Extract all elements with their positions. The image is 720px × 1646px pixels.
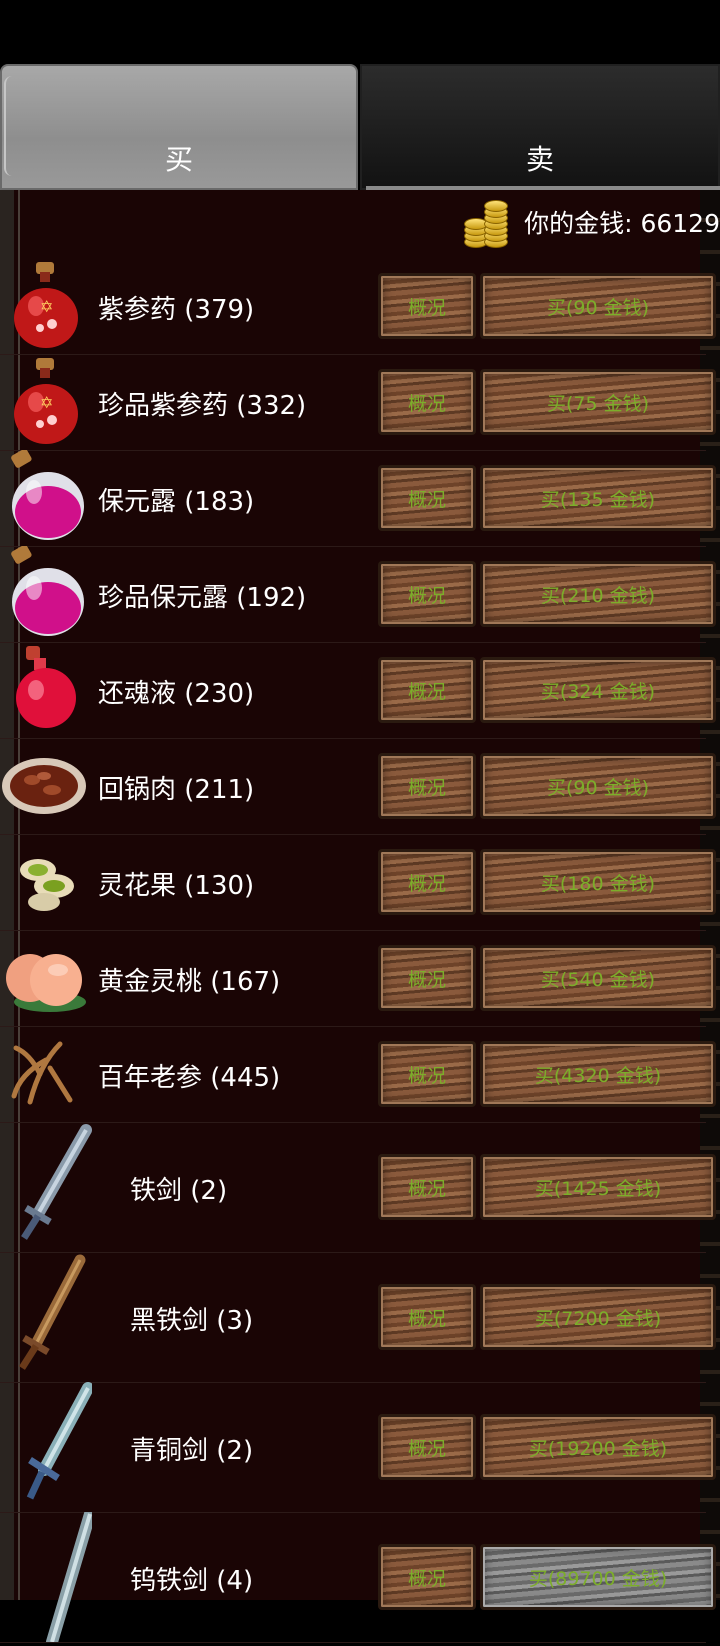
item-name: 黑铁剑 (3) xyxy=(130,1306,254,1336)
gold-amount: 你的金钱: 66129 xyxy=(524,209,720,238)
buy-button[interactable]: 买(324 金钱) xyxy=(480,657,716,723)
tab-sell-label: 卖 xyxy=(525,143,554,176)
pink-potion-icon xyxy=(0,544,92,642)
info-button[interactable]: 概况 xyxy=(378,369,476,435)
item-name: 保元露 (183) xyxy=(98,487,255,517)
info-button[interactable]: 概况 xyxy=(378,1544,476,1610)
steel-sword-icon xyxy=(0,1508,96,1646)
shop-item-row: 青铜剑 (2) 概况 买(19200 金钱) xyxy=(0,1382,716,1513)
gold-coins-icon xyxy=(462,196,510,248)
buy-button[interactable]: 买(135 金钱) xyxy=(480,465,716,531)
buy-button[interactable]: 买(90 金钱) xyxy=(480,273,716,339)
buy-button[interactable]: 买(19200 金钱) xyxy=(480,1414,716,1480)
iron-sword-icon xyxy=(0,1122,92,1252)
red-potion-icon: ✡ xyxy=(0,258,92,354)
item-name: 紫参药 (379) xyxy=(98,295,255,325)
buy-button[interactable]: 买(210 金钱) xyxy=(480,561,716,627)
shop-item-row: 珍品保元露 (192) 概况 买(210 金钱) xyxy=(0,544,716,643)
tab-sell[interactable]: 卖 xyxy=(360,64,720,190)
item-name: 还魂液 (230) xyxy=(98,679,255,709)
shop-item-row: 铁剑 (2) 概况 买(1425 金钱) xyxy=(0,1122,716,1253)
buy-button[interactable]: 买(540 金钱) xyxy=(480,945,716,1011)
item-name: 青铜剑 (2) xyxy=(130,1436,254,1466)
item-name: 珍品保元露 (192) xyxy=(98,583,307,613)
buy-button[interactable]: 买(7200 金钱) xyxy=(480,1284,716,1350)
shop-item-row: 黄金灵桃 (167) 概况 买(540 金钱) xyxy=(0,930,716,1027)
item-name: 黄金灵桃 (167) xyxy=(98,967,281,997)
status-bar xyxy=(0,0,720,64)
item-name: 回锅肉 (211) xyxy=(98,775,255,805)
meat-dish-icon xyxy=(0,738,92,834)
item-name: 灵花果 (130) xyxy=(98,871,255,901)
buy-button[interactable]: 买(89700 金钱) xyxy=(480,1544,716,1610)
bronze-sword-icon xyxy=(0,1382,94,1512)
shop-item-row: 还魂液 (230) 概况 买(324 金钱) xyxy=(0,642,716,739)
svg-text:✡: ✡ xyxy=(40,297,53,316)
tab-bar: 买 卖 xyxy=(0,64,720,190)
shop-item-row: ✡ 紫参药 (379) 概况 买(90 金钱) xyxy=(0,258,716,355)
item-name: 珍品紫参药 (332) xyxy=(98,391,307,421)
item-name: 铁剑 (2) xyxy=(130,1176,228,1206)
buy-button[interactable]: 买(90 金钱) xyxy=(480,753,716,819)
info-button[interactable]: 概况 xyxy=(378,1414,476,1480)
info-button[interactable]: 概况 xyxy=(378,1154,476,1220)
shop-item-row: 黑铁剑 (3) 概况 买(7200 金钱) xyxy=(0,1252,716,1383)
pistachio-icon xyxy=(0,834,92,930)
info-button[interactable]: 概况 xyxy=(378,849,476,915)
info-button[interactable]: 概况 xyxy=(378,465,476,531)
info-button[interactable]: 概况 xyxy=(378,561,476,627)
item-name: 钨铁剑 (4) xyxy=(130,1566,254,1596)
info-button[interactable]: 概况 xyxy=(378,273,476,339)
buy-button[interactable]: 买(4320 金钱) xyxy=(480,1041,716,1107)
buy-button[interactable]: 买(180 金钱) xyxy=(480,849,716,915)
buy-button[interactable]: 买(75 金钱) xyxy=(480,369,716,435)
info-button[interactable]: 概况 xyxy=(378,1284,476,1350)
peach-icon xyxy=(0,930,92,1026)
tab-buy[interactable]: 买 xyxy=(0,64,358,190)
wooden-sword-icon xyxy=(0,1252,92,1382)
tab-buy-label: 买 xyxy=(164,143,193,176)
info-button[interactable]: 概况 xyxy=(378,945,476,1011)
info-button[interactable]: 概况 xyxy=(378,753,476,819)
info-button[interactable]: 概况 xyxy=(378,657,476,723)
buy-button[interactable]: 买(1425 金钱) xyxy=(480,1154,716,1220)
gold-display: 你的金钱: 66129 xyxy=(462,196,720,248)
pink-potion-icon xyxy=(0,448,92,546)
shop-item-row: 回锅肉 (211) 概况 买(90 金钱) xyxy=(0,738,716,835)
ginseng-icon xyxy=(0,1026,92,1122)
shop-item-row: 灵花果 (130) 概况 买(180 金钱) xyxy=(0,834,716,931)
red-potion-icon: ✡ xyxy=(0,354,92,450)
shop-item-row: ✡ 珍品紫参药 (332) 概况 买(75 金钱) xyxy=(0,354,716,451)
crimson-potion-icon xyxy=(0,642,92,738)
info-button[interactable]: 概况 xyxy=(378,1041,476,1107)
item-name: 百年老参 (445) xyxy=(98,1063,281,1093)
shop-item-row: 百年老参 (445) 概况 买(4320 金钱) xyxy=(0,1026,716,1123)
shop-item-row: 钨铁剑 (4) 概况 买(89700 金钱) xyxy=(0,1508,716,1646)
svg-text:✡: ✡ xyxy=(40,393,53,412)
shop-item-row: 保元露 (183) 概况 买(135 金钱) xyxy=(0,448,716,547)
